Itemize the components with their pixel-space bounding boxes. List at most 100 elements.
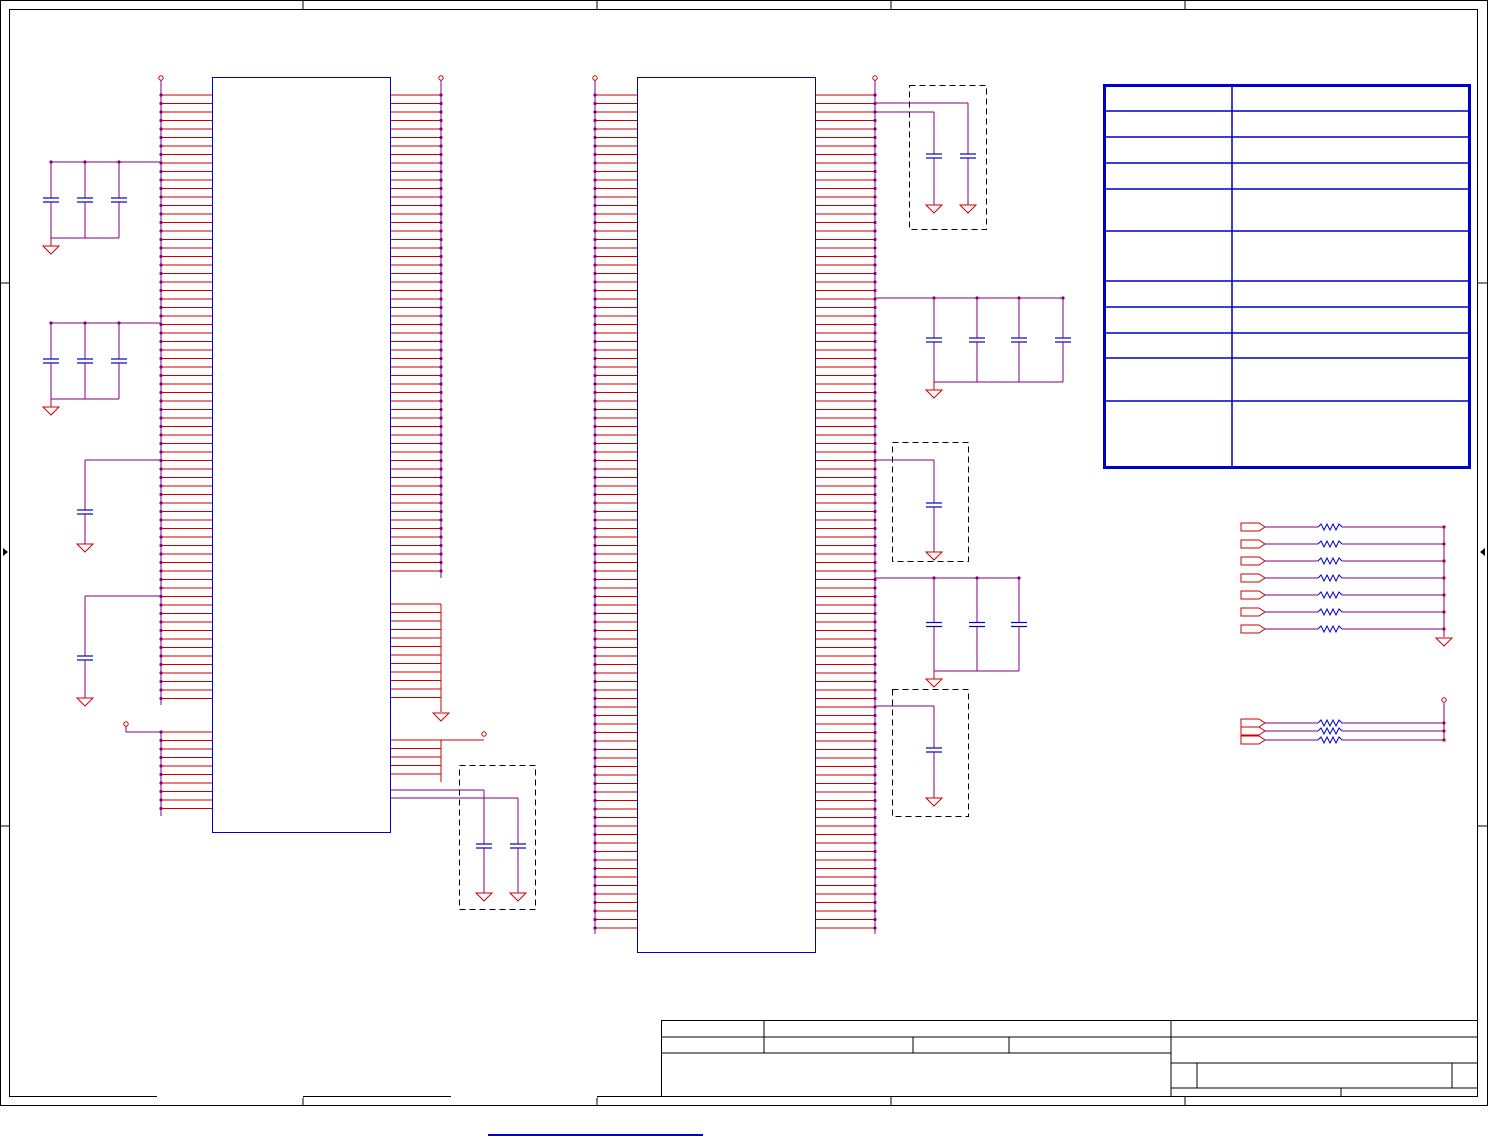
ground-symbol-icon xyxy=(474,892,494,902)
capacitor-single xyxy=(391,789,494,902)
capacitor-single xyxy=(875,459,944,561)
junction-dot xyxy=(49,160,53,164)
power-pin-icon xyxy=(592,75,598,81)
port-symbol-icon xyxy=(1240,726,1266,736)
power-pin-icon xyxy=(872,75,878,81)
ground-symbol-icon xyxy=(924,389,944,399)
ground-symbol-icon xyxy=(431,712,451,722)
capacitor-symbol-icon xyxy=(476,843,492,849)
port-symbol-icon xyxy=(1240,624,1266,634)
capacitor-single xyxy=(875,705,944,807)
ic-body xyxy=(212,77,391,833)
dashed-option-boxes xyxy=(459,85,987,910)
resistor-row-pullup xyxy=(1240,726,1446,736)
resistor-symbol-icon xyxy=(1317,607,1343,617)
resistor-row xyxy=(1240,573,1446,583)
ground-symbol-icon xyxy=(958,204,978,214)
resistor-symbol-icon xyxy=(1317,573,1343,583)
ground-symbol-icon xyxy=(924,204,944,214)
resistor-symbol-icon xyxy=(1317,539,1343,549)
table-border xyxy=(1103,84,1471,469)
capacitor-symbol-icon xyxy=(926,502,942,508)
ground-symbol-icon xyxy=(75,697,95,707)
capacitor-symbol-icon xyxy=(960,153,976,159)
resistor-symbol-icon xyxy=(1317,718,1343,728)
capacitor-single xyxy=(875,102,978,214)
capacitor-symbol-icon xyxy=(111,197,127,203)
dashed-box xyxy=(459,765,536,910)
port-symbol-icon xyxy=(1240,556,1266,566)
title-block-border xyxy=(661,1020,1478,1097)
junction-dot xyxy=(83,160,87,164)
capacitor-symbol-icon xyxy=(43,358,59,364)
title-block xyxy=(157,1020,1478,1098)
capacitor-symbol-icon xyxy=(43,197,59,203)
outer-border xyxy=(0,0,1488,1106)
capacitor-group xyxy=(875,576,1027,688)
power-pin-icon xyxy=(1441,697,1447,703)
power-pin-icon xyxy=(158,75,164,81)
capacitor-single xyxy=(391,797,528,902)
resistor-symbol-icon xyxy=(1317,624,1343,634)
resistor-row xyxy=(1240,556,1446,566)
capacitor-symbol-icon xyxy=(77,358,93,364)
ground-symbol-icon xyxy=(924,678,944,688)
power-pin-icon xyxy=(438,75,444,81)
power-pin-icon xyxy=(481,731,487,737)
resistor-row xyxy=(1240,522,1446,532)
resistor-symbol-icon xyxy=(1317,556,1343,566)
port-symbol-icon xyxy=(1240,573,1266,583)
resistor-symbol-icon xyxy=(1317,735,1343,745)
schematic-canvas xyxy=(0,0,1488,1106)
capacitor-symbol-icon xyxy=(1011,337,1027,343)
right-arrow-icon xyxy=(1480,548,1485,556)
capacitor-group xyxy=(875,296,1071,399)
junction-dot xyxy=(83,321,87,325)
capacitor-symbol-icon xyxy=(926,153,942,159)
ic-body xyxy=(637,77,816,953)
ground-symbol-icon xyxy=(924,797,944,807)
resistor-row xyxy=(1240,624,1446,634)
capacitor-single xyxy=(75,595,161,707)
ground-symbol-icon xyxy=(41,245,61,255)
ground-symbol-icon xyxy=(1434,637,1454,647)
capacitor-single xyxy=(875,111,944,214)
capacitor-symbol-icon xyxy=(926,621,942,628)
capacitor-symbol-icon xyxy=(969,337,985,343)
resistor-network xyxy=(1240,522,1454,745)
ground-symbol-icon xyxy=(508,892,528,902)
resistor-row-pullup xyxy=(1240,718,1446,728)
power-pin-icon xyxy=(123,721,129,727)
port-symbol-icon xyxy=(1240,590,1266,600)
capacitor-symbol-icon xyxy=(77,197,93,203)
hyperlink-underline[interactable] xyxy=(488,1120,703,1136)
capacitor-symbol-icon xyxy=(77,655,93,661)
dashed-box xyxy=(892,689,969,817)
ic-u2 xyxy=(592,75,878,953)
resistor-row-pullup xyxy=(1240,735,1446,745)
capacitor-symbol-icon xyxy=(926,337,942,343)
capacitor-symbol-icon xyxy=(926,747,942,753)
resistor-row xyxy=(1240,539,1446,549)
inner-border xyxy=(9,9,1478,1097)
ic-u1 xyxy=(123,75,518,833)
resistor-symbol-icon xyxy=(1317,590,1343,600)
ground-symbol-icon xyxy=(924,551,944,561)
junction-dot xyxy=(49,321,53,325)
port-symbol-icon xyxy=(1240,607,1266,617)
capacitor-symbol-icon xyxy=(77,509,93,515)
ground-symbol-icon xyxy=(75,543,95,553)
revision-table xyxy=(1103,84,1471,469)
left-arrow-icon xyxy=(3,548,8,556)
port-symbol-icon xyxy=(1240,539,1266,549)
capacitor-group xyxy=(41,160,161,255)
port-symbol-icon xyxy=(1240,718,1266,728)
port-symbol-icon xyxy=(1240,735,1266,745)
capacitor-symbol-icon xyxy=(111,358,127,364)
resistor-row xyxy=(1240,590,1446,600)
port-symbol-icon xyxy=(1240,522,1266,532)
resistor-symbol-icon xyxy=(1317,726,1343,736)
ground-symbol-icon xyxy=(41,406,61,416)
capacitor-symbol-icon xyxy=(1055,337,1071,343)
sheet-frame xyxy=(0,0,1488,1106)
